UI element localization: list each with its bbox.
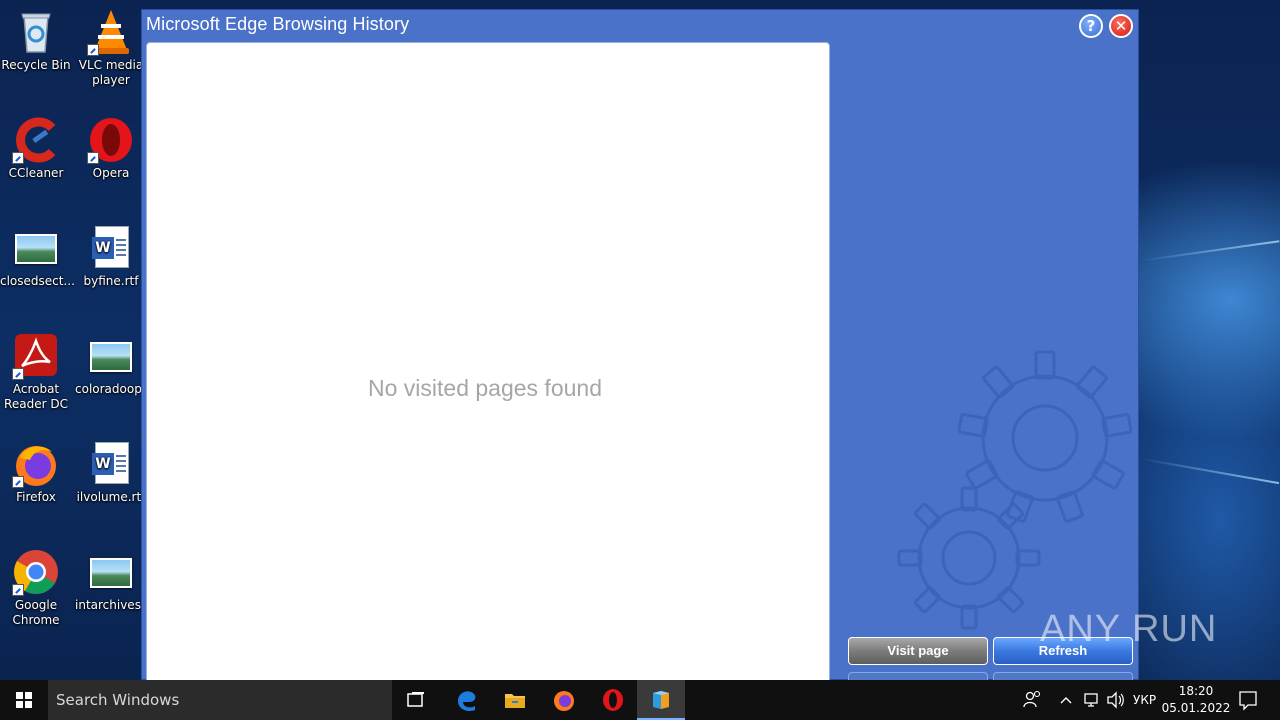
- desktop-icon-ccleaner[interactable]: CCleaner: [0, 116, 72, 181]
- close-button[interactable]: ✕: [1109, 14, 1133, 38]
- start-button[interactable]: [0, 680, 48, 720]
- desktop-icon-label: CCleaner: [8, 166, 64, 180]
- desktop-icon-label: closedsect...: [0, 274, 75, 288]
- windows-logo-icon: [16, 692, 32, 708]
- clock-date: 05.01.2022: [1161, 701, 1231, 715]
- firefox-icon: [554, 691, 574, 711]
- visit-page-button[interactable]: Visit page: [848, 637, 988, 665]
- volume-icon[interactable]: [1106, 680, 1126, 720]
- recycle-bin-icon: [12, 8, 60, 56]
- image-file-icon: [87, 332, 135, 380]
- shortcut-arrow-icon: [87, 44, 99, 56]
- people-icon[interactable]: [1022, 680, 1042, 720]
- desktop-icon-closedsect[interactable]: closedsect...: [0, 224, 75, 289]
- input-language-indicator[interactable]: УКР: [1133, 680, 1156, 720]
- desktop-icon-byfine[interactable]: W byfine.rtf: [75, 224, 147, 289]
- shortcut-arrow-icon: [12, 368, 24, 380]
- clock-time: 18:20: [1178, 684, 1214, 698]
- shortcut-arrow-icon: [12, 476, 24, 488]
- shortcut-arrow-icon: [87, 152, 99, 164]
- taskbar-file-explorer[interactable]: [491, 680, 539, 720]
- desktop-icon-label: Opera: [92, 166, 130, 180]
- opera-icon: [603, 689, 623, 711]
- firefox-icon: [12, 440, 60, 488]
- desktop-icon-label: Firefox: [16, 490, 56, 504]
- notifications-icon[interactable]: [1238, 680, 1258, 720]
- desktop-icon-vlc[interactable]: VLC media player: [75, 8, 147, 88]
- desktop-icon-label: Recycle Bin: [1, 58, 71, 72]
- ccleaner-icon: [12, 116, 60, 164]
- desktop-icon-ilvolume[interactable]: W ilvolume.rtf: [75, 440, 147, 505]
- taskbar-history-app[interactable]: [637, 680, 685, 720]
- browsing-history-window: Microsoft Edge Browsing History ? ✕ No v…: [141, 9, 1139, 700]
- taskbar-clock[interactable]: 18:20 05.01.2022: [1160, 683, 1232, 717]
- taskbar-edge[interactable]: [443, 680, 491, 720]
- acrobat-icon: [12, 332, 60, 380]
- taskbar: Search Windows УКР 18:20 05.01.2022: [0, 680, 1280, 720]
- window-title: Microsoft Edge Browsing History: [146, 14, 410, 34]
- gears-icon: [897, 350, 1133, 630]
- taskbar-opera[interactable]: [589, 680, 637, 720]
- task-view-icon: [407, 692, 424, 707]
- opera-icon: [87, 116, 135, 164]
- vlc-icon: [87, 8, 135, 56]
- desktop-icon-label: Google Chrome: [12, 598, 60, 627]
- history-list-panel[interactable]: No visited pages found: [146, 42, 830, 682]
- network-icon[interactable]: [1082, 680, 1102, 720]
- chevron-up-icon[interactable]: [1058, 680, 1074, 720]
- shortcut-arrow-icon: [12, 584, 24, 596]
- desktop-icon-label: coloradoop...: [75, 382, 154, 396]
- desktop-icon-label: ilvolume.rtf: [76, 490, 146, 504]
- desktop-icon-chrome[interactable]: Google Chrome: [0, 548, 72, 628]
- desktop-icon-label: Acrobat Reader DC: [4, 382, 68, 411]
- image-file-icon: [12, 224, 60, 272]
- desktop-icon-intarchives[interactable]: intarchives...: [75, 548, 153, 613]
- word-document-icon: W: [87, 440, 135, 488]
- edge-icon: [458, 691, 476, 711]
- image-file-icon: [87, 548, 135, 596]
- shortcut-arrow-icon: [12, 152, 24, 164]
- task-view-button[interactable]: [392, 680, 440, 720]
- chrome-icon: [12, 548, 60, 596]
- wallpaper-beam: [1140, 240, 1280, 262]
- app-icon: [653, 691, 669, 709]
- anyrun-watermark: ANY RUN: [1040, 608, 1218, 650]
- file-explorer-icon: [505, 694, 525, 708]
- desktop-icon-label: byfine.rtf: [83, 274, 139, 288]
- desktop-icon-label: intarchives...: [75, 598, 153, 612]
- wallpaper-beam: [1140, 457, 1280, 485]
- help-button[interactable]: ?: [1079, 14, 1103, 38]
- word-document-icon: W: [87, 224, 135, 272]
- desktop-icon-recycle-bin[interactable]: Recycle Bin: [0, 8, 72, 73]
- empty-state-message: No visited pages found: [368, 375, 602, 401]
- taskbar-firefox[interactable]: [540, 680, 588, 720]
- desktop-icon-firefox[interactable]: Firefox: [0, 440, 72, 505]
- taskbar-search-box[interactable]: Search Windows: [48, 680, 392, 720]
- desktop-icon-acrobat[interactable]: Acrobat Reader DC: [0, 332, 72, 412]
- desktop-icon-label: VLC media player: [78, 58, 144, 87]
- desktop-icon-coloradoop[interactable]: coloradoop...: [75, 332, 154, 397]
- desktop-icon-opera[interactable]: Opera: [75, 116, 147, 181]
